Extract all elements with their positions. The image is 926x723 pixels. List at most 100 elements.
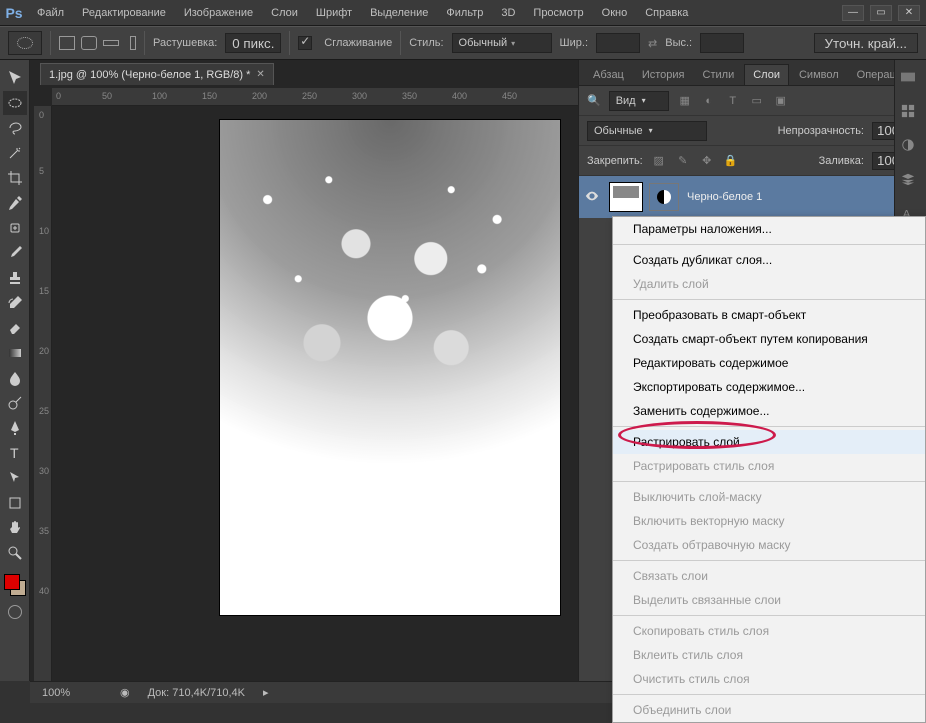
brush-tool[interactable] <box>3 241 27 265</box>
ctx-rasterize-layer[interactable]: Растрировать слой <box>613 430 925 454</box>
ruler-horizontal: 050 100150 200250 300350 400450 <box>52 88 578 106</box>
menu-window[interactable]: Окно <box>593 0 637 26</box>
history-brush-tool[interactable] <box>3 291 27 315</box>
separator <box>289 31 290 55</box>
ctx-edit-contents[interactable]: Редактировать содержимое <box>613 351 925 375</box>
height-input[interactable] <box>700 33 744 53</box>
ctx-export-contents[interactable]: Экспортировать содержимое... <box>613 375 925 399</box>
menu-filter[interactable]: Фильтр <box>437 0 492 26</box>
ctx-delete-layer: Удалить слой <box>613 272 925 296</box>
lock-transparency-icon[interactable]: ▨ <box>651 153 667 169</box>
menu-type[interactable]: Шрифт <box>307 0 361 26</box>
layer-thumbnail[interactable] <box>609 182 643 212</box>
shape-tool[interactable] <box>3 491 27 515</box>
color-swatches[interactable] <box>4 574 26 596</box>
width-input[interactable] <box>596 33 640 53</box>
tab-paragraph[interactable]: Абзац <box>585 65 632 85</box>
feather-input[interactable] <box>225 33 281 53</box>
menu-layer[interactable]: Слои <box>262 0 307 26</box>
menu-file[interactable]: Файл <box>28 0 73 26</box>
quick-mask-toggle[interactable] <box>3 601 27 623</box>
tool-preset-picker[interactable] <box>8 31 42 55</box>
color-panel-icon[interactable] <box>901 70 921 90</box>
selection-mode-group <box>59 36 136 50</box>
blend-mode-dropdown[interactable]: Обычные <box>587 121 707 141</box>
lock-all-icon[interactable]: 🔒 <box>723 153 739 169</box>
style-dropdown[interactable]: Обычный <box>452 33 552 53</box>
nav-icon[interactable]: ◉ <box>120 686 130 699</box>
lock-position-icon[interactable]: ✥ <box>699 153 715 169</box>
adjustment-icon[interactable] <box>649 183 679 211</box>
hand-tool[interactable] <box>3 516 27 540</box>
antialias-checkbox[interactable] <box>298 36 312 50</box>
tab-styles[interactable]: Стили <box>695 65 743 85</box>
swatches-panel-icon[interactable] <box>901 104 921 124</box>
path-select-tool[interactable] <box>3 466 27 490</box>
filter-pixel-icon[interactable]: ▦ <box>677 93 693 109</box>
filter-adjust-icon[interactable]: ◐ <box>701 93 717 109</box>
menu-3d[interactable]: 3D <box>492 0 524 26</box>
crop-tool[interactable] <box>3 166 27 190</box>
magic-wand-tool[interactable] <box>3 141 27 165</box>
ruler-vertical: 05 1015 2025 3035 40 <box>34 106 52 681</box>
panel-tabs: Абзац История Стили Слои Символ Операции… <box>579 60 926 86</box>
opacity-label: Непрозрачность: <box>778 125 864 137</box>
selection-add-icon[interactable] <box>81 36 97 50</box>
menu-image[interactable]: Изображение <box>175 0 262 26</box>
ctx-replace-contents[interactable]: Заменить содержимое... <box>613 399 925 423</box>
chevron-right-icon[interactable]: ▸ <box>263 686 269 699</box>
gradient-tool[interactable] <box>3 341 27 365</box>
menu-select[interactable]: Выделение <box>361 0 437 26</box>
healing-brush-tool[interactable] <box>3 216 27 240</box>
menu-view[interactable]: Просмотр <box>524 0 592 26</box>
layer-row[interactable]: Черно-белое 1 <box>579 176 926 218</box>
layer-list: Черно-белое 1 <box>579 176 926 218</box>
selection-subtract-icon[interactable] <box>103 40 119 46</box>
eraser-tool[interactable] <box>3 316 27 340</box>
tab-history[interactable]: История <box>634 65 693 85</box>
dodge-tool[interactable] <box>3 391 27 415</box>
menu-edit[interactable]: Редактирование <box>73 0 175 26</box>
selection-new-icon[interactable] <box>59 36 75 50</box>
ctx-convert-smart[interactable]: Преобразовать в смарт-объект <box>613 303 925 327</box>
close-button[interactable]: ✕ <box>898 5 920 21</box>
lasso-tool[interactable] <box>3 116 27 140</box>
canvas[interactable] <box>220 120 560 615</box>
ctx-new-smart-copy[interactable]: Создать смарт-объект путем копирования <box>613 327 925 351</box>
adjustments-panel-icon[interactable] <box>901 138 921 158</box>
swap-dims-icon[interactable]: ⇄ <box>648 37 657 50</box>
filter-type-dropdown[interactable]: Вид <box>609 91 669 111</box>
blend-opacity-row: Обычные Непрозрачность: ▾ <box>579 116 926 146</box>
document-tab[interactable]: 1.jpg @ 100% (Черно-белое 1, RGB/8) * ✕ <box>40 63 274 85</box>
stamp-tool[interactable] <box>3 266 27 290</box>
filter-type-icon[interactable]: T <box>725 93 741 109</box>
tools-panel: T <box>0 60 30 681</box>
maximize-button[interactable]: ▭ <box>870 5 892 21</box>
lock-pixels-icon[interactable]: ✎ <box>675 153 691 169</box>
visibility-icon[interactable] <box>585 189 601 205</box>
type-tool[interactable]: T <box>3 441 27 465</box>
marquee-tool[interactable] <box>3 91 27 115</box>
zoom-value[interactable]: 100% <box>42 687 102 699</box>
refine-edge-button[interactable]: Уточн. край... <box>814 33 918 53</box>
layer-name[interactable]: Черно-белое 1 <box>687 191 762 203</box>
ctx-blending-options[interactable]: Параметры наложения... <box>613 217 925 241</box>
layers-panel-icon[interactable] <box>901 172 921 192</box>
ctx-duplicate-layer[interactable]: Создать дубликат слоя... <box>613 248 925 272</box>
pen-tool[interactable] <box>3 416 27 440</box>
selection-intersect-icon[interactable] <box>130 36 136 50</box>
blur-tool[interactable] <box>3 366 27 390</box>
minimize-button[interactable]: — <box>842 5 864 21</box>
filter-shape-icon[interactable]: ▭ <box>749 93 765 109</box>
close-document-icon[interactable]: ✕ <box>256 69 264 80</box>
tab-layers[interactable]: Слои <box>744 64 789 85</box>
move-tool[interactable] <box>3 66 27 90</box>
tab-symbol[interactable]: Символ <box>791 65 847 85</box>
filter-smart-icon[interactable]: ▣ <box>773 93 789 109</box>
ctx-clear-style: Очистить стиль слоя <box>613 667 925 691</box>
antialias-label: Сглаживание <box>324 37 392 49</box>
eyedropper-tool[interactable] <box>3 191 27 215</box>
zoom-tool[interactable] <box>3 541 27 565</box>
menu-help[interactable]: Справка <box>636 0 697 26</box>
search-icon: 🔍 <box>587 94 601 107</box>
